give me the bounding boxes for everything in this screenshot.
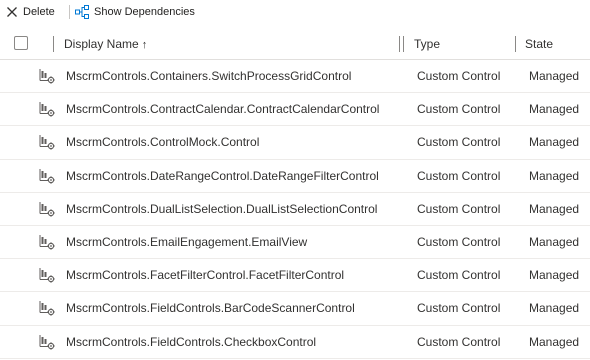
row-type: Custom Control xyxy=(417,334,501,349)
row-state: Managed xyxy=(529,201,580,216)
row-state: Managed xyxy=(529,334,580,349)
row-type: Custom Control xyxy=(417,135,501,150)
column-divider[interactable] xyxy=(53,36,54,52)
grid-header: Display Name ↑ Type State xyxy=(0,28,590,60)
show-dependencies-button[interactable]: Show Dependencies xyxy=(75,0,195,24)
custom-control-icon xyxy=(39,301,55,316)
row-type: Custom Control xyxy=(417,69,501,83)
row-display-name: MscrmControls.FieldControls.BarCodeScann… xyxy=(66,301,355,316)
custom-control-icon xyxy=(39,268,55,283)
column-resize-handle[interactable] xyxy=(403,36,404,52)
custom-control-icon xyxy=(39,69,55,84)
sort-ascending-icon: ↑ xyxy=(141,39,148,51)
grid-rows: MscrmControls.Containers.SwitchProcessGr… xyxy=(0,60,590,359)
command-bar: Delete Show Dependencies xyxy=(0,0,590,24)
table-row[interactable]: MscrmControls.FacetFilterControl.FacetFi… xyxy=(0,259,590,293)
column-divider[interactable] xyxy=(515,36,516,52)
row-type: Custom Control xyxy=(417,301,501,316)
delete-button[interactable]: Delete xyxy=(6,0,55,24)
close-icon xyxy=(7,7,17,17)
row-state: Managed xyxy=(529,268,580,283)
custom-control-icon xyxy=(39,234,55,250)
custom-control-icon xyxy=(39,334,55,350)
row-display-name: MscrmControls.FieldControls.CheckboxCont… xyxy=(66,334,317,349)
row-display-name: MscrmControls.EmailEngagement.EmailView xyxy=(66,234,308,249)
row-display-name: MscrmControls.ControlMock.Control xyxy=(66,135,260,150)
table-row[interactable]: MscrmControls.DualListSelection.DualList… xyxy=(0,193,590,226)
table-row[interactable]: MscrmControls.FieldControls.CheckboxCont… xyxy=(0,326,590,359)
table-row[interactable]: MscrmControls.FieldControls.BarCodeScann… xyxy=(0,292,590,326)
table-row[interactable]: MscrmControls.ContractCalendar.ContractC… xyxy=(0,93,590,127)
column-header-display-name[interactable]: Display Name ↑ xyxy=(64,36,147,52)
delete-label: Delete xyxy=(23,6,55,18)
row-display-name: MscrmControls.ContractCalendar.ContractC… xyxy=(66,102,380,117)
row-state: Managed xyxy=(529,135,580,150)
select-all-checkbox[interactable] xyxy=(14,36,28,50)
row-state: Managed xyxy=(529,69,580,83)
row-type: Custom Control xyxy=(417,168,501,183)
row-state: Managed xyxy=(529,301,580,316)
toolbar-divider xyxy=(69,5,70,19)
row-type: Custom Control xyxy=(417,234,501,249)
custom-control-icon xyxy=(39,201,55,217)
row-state: Managed xyxy=(529,102,580,117)
row-display-name: MscrmControls.FacetFilterControl.FacetFi… xyxy=(66,268,345,283)
row-type: Custom Control xyxy=(417,201,501,216)
table-row[interactable]: MscrmControls.DateRangeControl.DateRange… xyxy=(0,160,590,193)
show-dependencies-label: Show Dependencies xyxy=(94,6,195,18)
table-row[interactable]: MscrmControls.Containers.SwitchProcessGr… xyxy=(0,60,590,94)
column-divider[interactable] xyxy=(399,36,400,52)
table-row[interactable]: MscrmControls.ControlMock.Control Custom… xyxy=(0,126,590,160)
table-row[interactable]: MscrmControls.EmailEngagement.EmailView … xyxy=(0,226,590,260)
row-state: Managed xyxy=(529,168,580,183)
row-display-name: MscrmControls.Containers.SwitchProcessGr… xyxy=(66,69,352,83)
column-header-type[interactable]: Type xyxy=(414,36,440,52)
custom-control-icon xyxy=(39,135,55,150)
row-type: Custom Control xyxy=(417,102,501,117)
row-type: Custom Control xyxy=(417,268,501,283)
custom-control-icon xyxy=(39,168,55,184)
row-state: Managed xyxy=(529,234,580,249)
column-header-display-name-label: Display Name xyxy=(64,37,139,51)
dependencies-icon xyxy=(75,5,89,19)
row-display-name: MscrmControls.DateRangeControl.DateRange… xyxy=(66,168,379,183)
components-grid: Display Name ↑ Type State MscrmControls.C… xyxy=(0,24,590,360)
row-display-name: MscrmControls.DualListSelection.DualList… xyxy=(66,201,378,216)
column-header-state[interactable]: State xyxy=(525,36,553,52)
custom-control-icon xyxy=(39,102,55,117)
